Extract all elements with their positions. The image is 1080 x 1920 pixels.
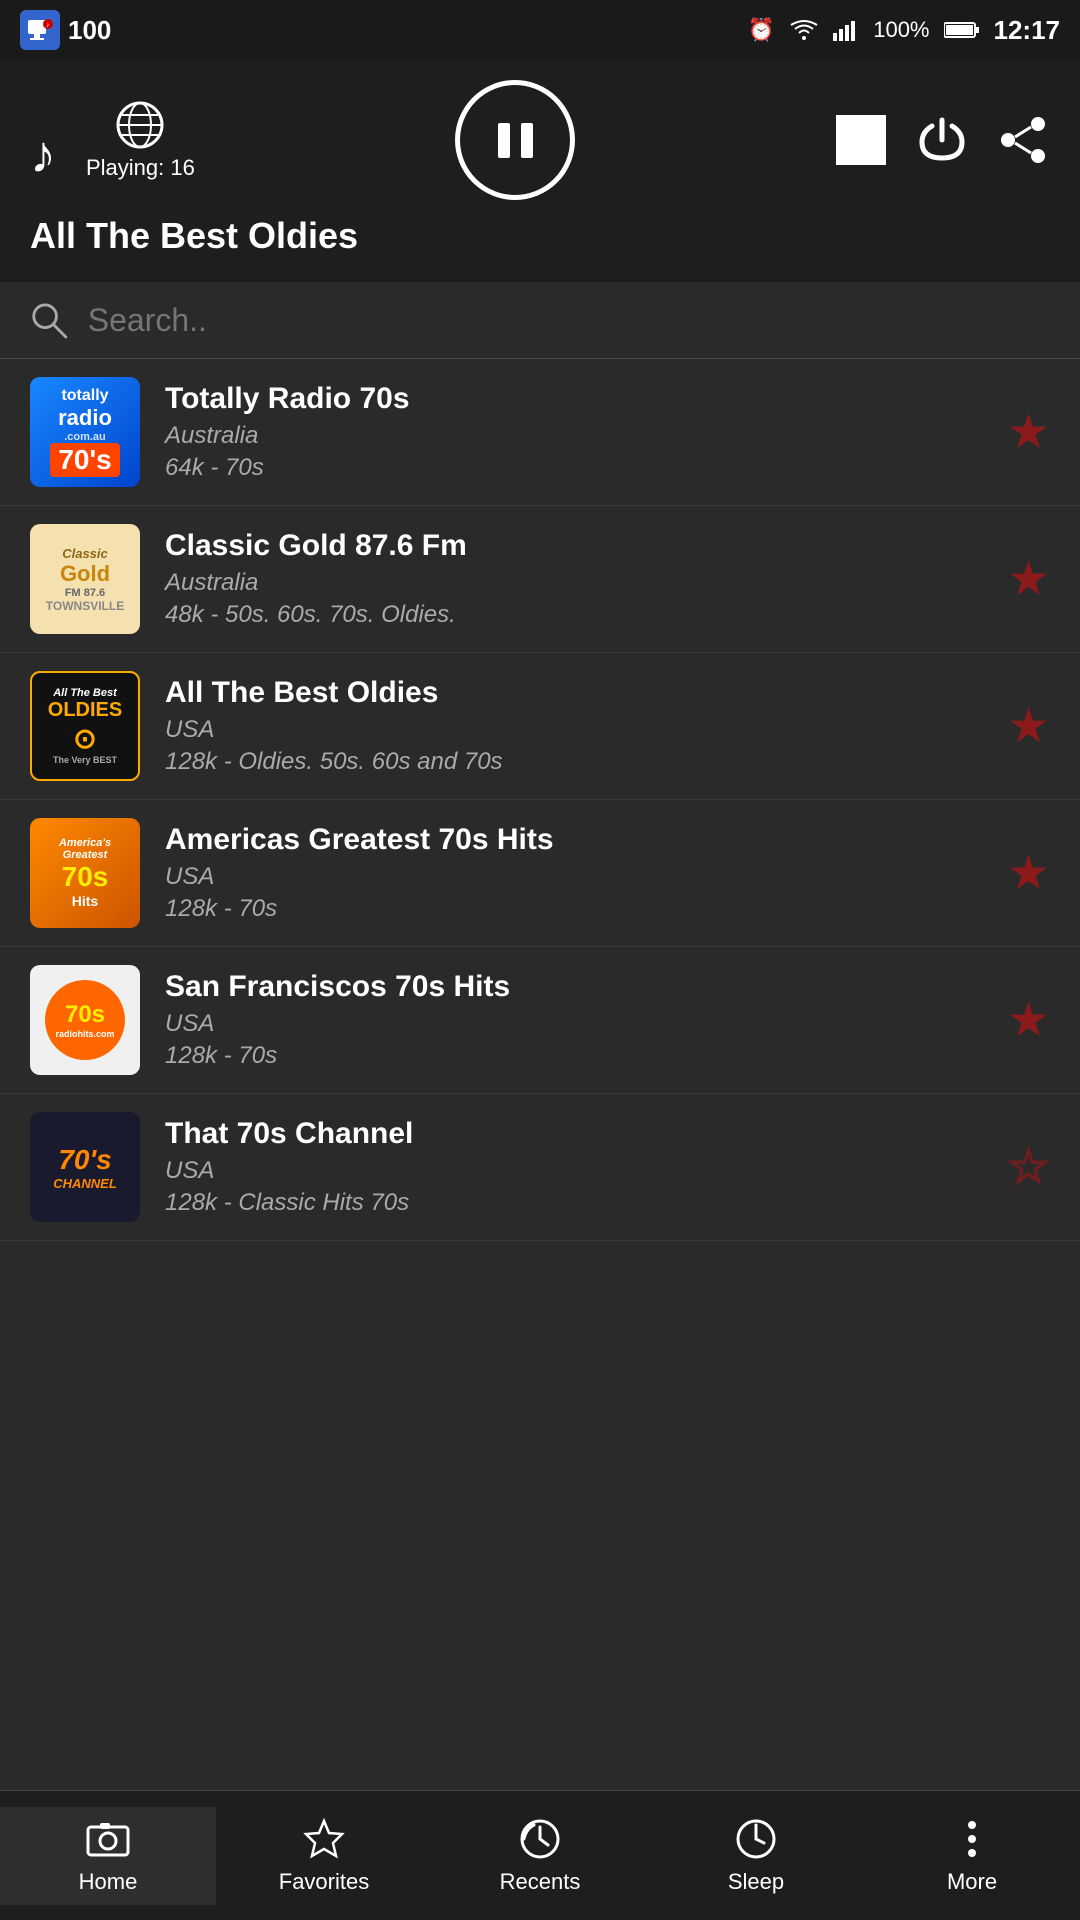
station-name-6: That 70s Channel [165,1117,987,1151]
search-input[interactable] [88,302,1050,339]
radio-list: totally radio .com.au 70's Totally Radio… [0,359,1080,1371]
station-bitrate-3: 128k - Oldies. 50s. 60s and 70s [165,748,987,776]
station-logo-4: America's Greatest 70s Hits [30,818,140,928]
station-item-1[interactable]: totally radio .com.au 70's Totally Radio… [0,359,1080,506]
playing-text: Playing: 16 [86,155,195,181]
recents-icon [518,1817,562,1861]
globe-icon[interactable] [114,99,166,151]
battery-percentage: 100% [873,17,929,43]
pause-icon [488,113,543,168]
station-country-4: USA [165,863,987,891]
player-left-icons: ♪ Playing: 16 [30,99,195,181]
station-logo-5: 70s radiohits.com [30,965,140,1075]
app-icon: ♪ [20,10,60,50]
station-name-5: San Franciscos 70s Hits [165,970,987,1004]
search-icon [30,300,68,340]
favorite-star-5[interactable]: ★ [1007,992,1050,1048]
station-info-2: Classic Gold 87.6 Fm Australia 48k - 50s… [165,529,987,629]
station-name-4: Americas Greatest 70s Hits [165,823,987,857]
favorite-star-3[interactable]: ★ [1007,698,1050,754]
station-name-3: All The Best Oldies [165,676,987,710]
station-country-1: Australia [165,422,987,450]
station-info-1: Totally Radio 70s Australia 64k - 70s [165,382,987,482]
player-controls-row: ♪ Playing: 16 [30,80,1050,200]
nav-favorites[interactable]: Favorites [216,1807,432,1905]
nav-favorites-label: Favorites [279,1869,369,1895]
station-logo-3: All The Best OLDIES ⊙ The Very BEST [30,671,140,781]
station-logo-1: totally radio .com.au 70's [30,377,140,487]
station-country-2: Australia [165,569,987,597]
power-icon[interactable] [916,114,968,166]
favorite-star-2[interactable]: ★ [1007,551,1050,607]
station-country-6: USA [165,1157,987,1185]
station-bitrate-5: 128k - 70s [165,1042,987,1070]
station-item-6[interactable]: 70's CHANNEL That 70s Channel USA 128k -… [0,1094,1080,1241]
station-item-3[interactable]: All The Best OLDIES ⊙ The Very BEST All … [0,653,1080,800]
station-item-5[interactable]: 70s radiohits.com San Franciscos 70s Hit… [0,947,1080,1094]
nav-more[interactable]: More [864,1807,1080,1905]
music-note-icon[interactable]: ♪ [30,129,56,181]
nav-more-label: More [947,1869,997,1895]
bottom-navigation: Home Favorites Recents Sleep More [0,1790,1080,1920]
svg-text:♪: ♪ [46,22,50,29]
share-icon[interactable] [998,114,1050,166]
status-time: 12:17 [994,15,1061,46]
station-item-4[interactable]: America's Greatest 70s Hits Americas Gre… [0,800,1080,947]
station-name-1: Totally Radio 70s [165,382,987,416]
station-info-4: Americas Greatest 70s Hits USA 128k - 70… [165,823,987,923]
status-left: ♪ 100 [20,10,111,50]
search-bar [0,282,1080,359]
station-bitrate-6: 128k - Classic Hits 70s [165,1189,987,1217]
favorite-star-6[interactable]: ☆ [1007,1139,1050,1195]
nav-home-label: Home [79,1869,138,1895]
station-logo-6: 70's CHANNEL [30,1112,140,1222]
favorite-star-4[interactable]: ★ [1007,845,1050,901]
station-info-3: All The Best Oldies USA 128k - Oldies. 5… [165,676,987,776]
station-bitrate-4: 128k - 70s [165,895,987,923]
nav-sleep[interactable]: Sleep [648,1807,864,1905]
nav-home[interactable]: Home [0,1807,216,1905]
player-right-icons [836,114,1050,166]
station-country-3: USA [165,716,987,744]
globe-wrap: Playing: 16 [86,99,195,181]
signal-icon [833,19,859,41]
station-info-5: San Franciscos 70s Hits USA 128k - 70s [165,970,987,1070]
nav-sleep-label: Sleep [728,1869,784,1895]
home-camera-icon [86,1817,130,1861]
battery-icon [944,21,980,39]
player-header: ♪ Playing: 16 [0,60,1080,282]
station-info-6: That 70s Channel USA 128k - Classic Hits… [165,1117,987,1217]
favorite-star-1[interactable]: ★ [1007,404,1050,460]
station-country-5: USA [165,1010,987,1038]
nav-recents-label: Recents [500,1869,581,1895]
stop-button[interactable] [836,115,886,165]
pause-button[interactable] [455,80,575,200]
wifi-icon [789,19,819,41]
now-playing-title: All The Best Oldies [30,215,1050,257]
sleep-icon [734,1817,778,1861]
status-right: ⏰ 100% 12:17 [748,15,1060,46]
more-dots-icon [950,1817,994,1861]
status-bar: ♪ 100 ⏰ 100% 12:17 [0,0,1080,60]
nav-recents[interactable]: Recents [432,1807,648,1905]
station-bitrate-2: 48k - 50s. 60s. 70s. Oldies. [165,601,987,629]
favorites-star-icon [302,1817,346,1861]
station-bitrate-1: 64k - 70s [165,454,987,482]
status-count: 100 [68,15,111,46]
alarm-icon: ⏰ [748,17,775,43]
station-logo-2: Classic Gold FM 87.6 TOWNSVILLE [30,524,140,634]
station-name-2: Classic Gold 87.6 Fm [165,529,987,563]
station-item-2[interactable]: Classic Gold FM 87.6 TOWNSVILLE Classic … [0,506,1080,653]
